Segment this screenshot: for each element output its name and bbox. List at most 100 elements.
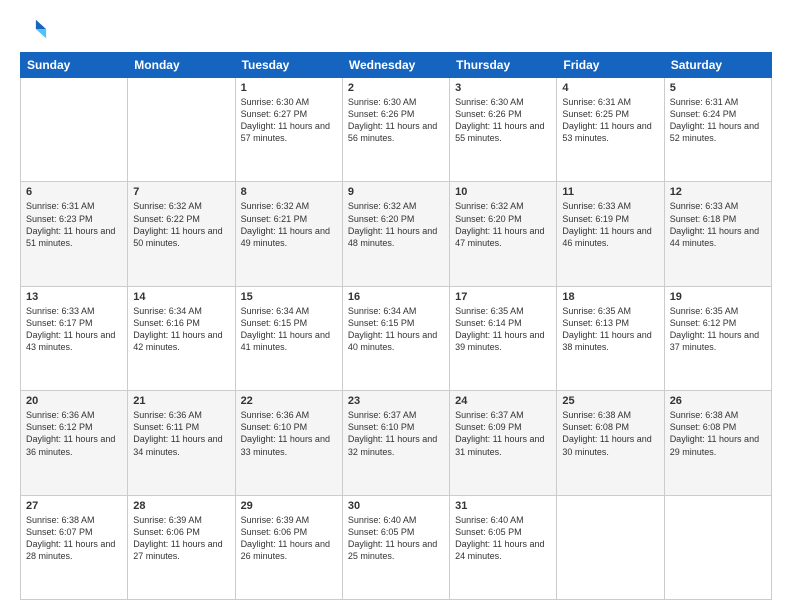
calendar-cell: 16 Sunrise: 6:34 AM Sunset: 6:15 PM Dayli… — [342, 286, 449, 390]
calendar-cell: 14Sunrise: 6:34 AM Sunset: 6:16 PM Dayli… — [128, 286, 235, 390]
day-number: 29 — [241, 500, 337, 512]
calendar-cell: 25 Sunrise: 6:38 AM Sunset: 6:08 PM Dayli… — [557, 391, 664, 495]
day-number: 26 — [670, 395, 766, 407]
calendar-cell: 26 Sunrise: 6:38 AM Sunset: 6:08 PM Dayli… — [664, 391, 771, 495]
day-number: 18 — [562, 291, 658, 303]
day-number: 2 — [348, 82, 444, 94]
day-header-saturday: Saturday — [664, 53, 771, 78]
day-number: 3 — [455, 82, 551, 94]
calendar-cell: 19 Sunrise: 6:35 AM Sunset: 6:12 PM Dayli… — [664, 286, 771, 390]
calendar-cell: 23Sunrise: 6:37 AM Sunset: 6:10 PM Dayli… — [342, 391, 449, 495]
day-info: Sunrise: 6:33 AM Sunset: 6:17 PM Dayligh… — [26, 305, 122, 354]
day-info: Sunrise: 6:30 AM Sunset: 6:26 PM Dayligh… — [348, 96, 444, 145]
calendar-cell: 5 Sunrise: 6:31 AM Sunset: 6:24 PM Daylig… — [664, 78, 771, 182]
day-info: Sunrise: 6:39 AM Sunset: 6:06 PM Dayligh… — [133, 514, 229, 563]
week-row-2: 6 Sunrise: 6:31 AM Sunset: 6:23 PM Daylig… — [21, 182, 772, 286]
day-number: 13 — [26, 291, 122, 303]
calendar-cell: 29 Sunrise: 6:39 AM Sunset: 6:06 PM Dayli… — [235, 495, 342, 599]
page: SundayMondayTuesdayWednesdayThursdayFrid… — [0, 0, 792, 612]
calendar-cell: 13 Sunrise: 6:33 AM Sunset: 6:17 PM Dayli… — [21, 286, 128, 390]
calendar-cell — [664, 495, 771, 599]
logo — [20, 16, 52, 44]
calendar-header-row: SundayMondayTuesdayWednesdayThursdayFrid… — [21, 53, 772, 78]
calendar-table: SundayMondayTuesdayWednesdayThursdayFrid… — [20, 52, 772, 600]
day-number: 4 — [562, 82, 658, 94]
day-number: 14 — [133, 291, 229, 303]
day-info: Sunrise: 6:40 AM Sunset: 6:05 PM Dayligh… — [455, 514, 551, 563]
calendar-cell — [21, 78, 128, 182]
calendar-cell: 3 Sunrise: 6:30 AM Sunset: 6:26 PM Daylig… — [450, 78, 557, 182]
calendar-cell: 9 Sunrise: 6:32 AM Sunset: 6:20 PM Daylig… — [342, 182, 449, 286]
calendar-cell: 30Sunrise: 6:40 AM Sunset: 6:05 PM Dayli… — [342, 495, 449, 599]
calendar-cell: 6 Sunrise: 6:31 AM Sunset: 6:23 PM Daylig… — [21, 182, 128, 286]
day-info: Sunrise: 6:32 AM Sunset: 6:22 PM Dayligh… — [133, 200, 229, 249]
day-header-tuesday: Tuesday — [235, 53, 342, 78]
day-info: Sunrise: 6:30 AM Sunset: 6:26 PM Dayligh… — [455, 96, 551, 145]
day-number: 25 — [562, 395, 658, 407]
day-info: Sunrise: 6:35 AM Sunset: 6:12 PM Dayligh… — [670, 305, 766, 354]
calendar-cell: 27 Sunrise: 6:38 AM Sunset: 6:07 PM Dayli… — [21, 495, 128, 599]
day-number: 27 — [26, 500, 122, 512]
calendar-cell: 18 Sunrise: 6:35 AM Sunset: 6:13 PM Dayli… — [557, 286, 664, 390]
week-row-3: 13 Sunrise: 6:33 AM Sunset: 6:17 PM Dayli… — [21, 286, 772, 390]
day-info: Sunrise: 6:30 AM Sunset: 6:27 PM Dayligh… — [241, 96, 337, 145]
day-number: 5 — [670, 82, 766, 94]
day-info: Sunrise: 6:38 AM Sunset: 6:07 PM Dayligh… — [26, 514, 122, 563]
day-header-sunday: Sunday — [21, 53, 128, 78]
day-info: Sunrise: 6:31 AM Sunset: 6:25 PM Dayligh… — [562, 96, 658, 145]
day-info: Sunrise: 6:35 AM Sunset: 6:13 PM Dayligh… — [562, 305, 658, 354]
day-info: Sunrise: 6:38 AM Sunset: 6:08 PM Dayligh… — [562, 409, 658, 458]
day-info: Sunrise: 6:33 AM Sunset: 6:19 PM Dayligh… — [562, 200, 658, 249]
calendar-cell: 2 Sunrise: 6:30 AM Sunset: 6:26 PM Daylig… — [342, 78, 449, 182]
day-info: Sunrise: 6:38 AM Sunset: 6:08 PM Dayligh… — [670, 409, 766, 458]
week-row-1: 1Sunrise: 6:30 AM Sunset: 6:27 PM Daylig… — [21, 78, 772, 182]
day-number: 17 — [455, 291, 551, 303]
calendar-cell — [557, 495, 664, 599]
day-info: Sunrise: 6:36 AM Sunset: 6:12 PM Dayligh… — [26, 409, 122, 458]
calendar-cell — [128, 78, 235, 182]
calendar-cell: 1Sunrise: 6:30 AM Sunset: 6:27 PM Daylig… — [235, 78, 342, 182]
day-info: Sunrise: 6:34 AM Sunset: 6:15 PM Dayligh… — [348, 305, 444, 354]
day-info: Sunrise: 6:32 AM Sunset: 6:20 PM Dayligh… — [455, 200, 551, 249]
calendar-cell: 12 Sunrise: 6:33 AM Sunset: 6:18 PM Dayli… — [664, 182, 771, 286]
day-number: 19 — [670, 291, 766, 303]
day-number: 11 — [562, 186, 658, 198]
day-info: Sunrise: 6:34 AM Sunset: 6:15 PM Dayligh… — [241, 305, 337, 354]
day-header-friday: Friday — [557, 53, 664, 78]
day-info: Sunrise: 6:32 AM Sunset: 6:21 PM Dayligh… — [241, 200, 337, 249]
day-info: Sunrise: 6:39 AM Sunset: 6:06 PM Dayligh… — [241, 514, 337, 563]
day-number: 20 — [26, 395, 122, 407]
day-header-wednesday: Wednesday — [342, 53, 449, 78]
day-number: 22 — [241, 395, 337, 407]
week-row-4: 20 Sunrise: 6:36 AM Sunset: 6:12 PM Dayli… — [21, 391, 772, 495]
logo-icon — [20, 16, 48, 44]
header — [20, 16, 772, 44]
day-number: 12 — [670, 186, 766, 198]
day-header-monday: Monday — [128, 53, 235, 78]
calendar-cell: 15Sunrise: 6:34 AM Sunset: 6:15 PM Dayli… — [235, 286, 342, 390]
calendar-cell: 28 Sunrise: 6:39 AM Sunset: 6:06 PM Dayli… — [128, 495, 235, 599]
week-row-5: 27 Sunrise: 6:38 AM Sunset: 6:07 PM Dayli… — [21, 495, 772, 599]
day-number: 9 — [348, 186, 444, 198]
day-number: 8 — [241, 186, 337, 198]
day-info: Sunrise: 6:33 AM Sunset: 6:18 PM Dayligh… — [670, 200, 766, 249]
calendar-cell: 7 Sunrise: 6:32 AM Sunset: 6:22 PM Daylig… — [128, 182, 235, 286]
day-number: 6 — [26, 186, 122, 198]
day-info: Sunrise: 6:35 AM Sunset: 6:14 PM Dayligh… — [455, 305, 551, 354]
day-number: 7 — [133, 186, 229, 198]
calendar-cell: 22 Sunrise: 6:36 AM Sunset: 6:10 PM Dayli… — [235, 391, 342, 495]
calendar-cell: 21 Sunrise: 6:36 AM Sunset: 6:11 PM Dayli… — [128, 391, 235, 495]
day-number: 16 — [348, 291, 444, 303]
day-number: 21 — [133, 395, 229, 407]
day-info: Sunrise: 6:31 AM Sunset: 6:23 PM Dayligh… — [26, 200, 122, 249]
day-number: 10 — [455, 186, 551, 198]
day-number: 23 — [348, 395, 444, 407]
day-info: Sunrise: 6:31 AM Sunset: 6:24 PM Dayligh… — [670, 96, 766, 145]
day-number: 28 — [133, 500, 229, 512]
calendar-cell: 11 Sunrise: 6:33 AM Sunset: 6:19 PM Dayli… — [557, 182, 664, 286]
day-info: Sunrise: 6:36 AM Sunset: 6:10 PM Dayligh… — [241, 409, 337, 458]
day-info: Sunrise: 6:32 AM Sunset: 6:20 PM Dayligh… — [348, 200, 444, 249]
day-number: 31 — [455, 500, 551, 512]
calendar-cell: 24Sunrise: 6:37 AM Sunset: 6:09 PM Dayli… — [450, 391, 557, 495]
day-info: Sunrise: 6:36 AM Sunset: 6:11 PM Dayligh… — [133, 409, 229, 458]
